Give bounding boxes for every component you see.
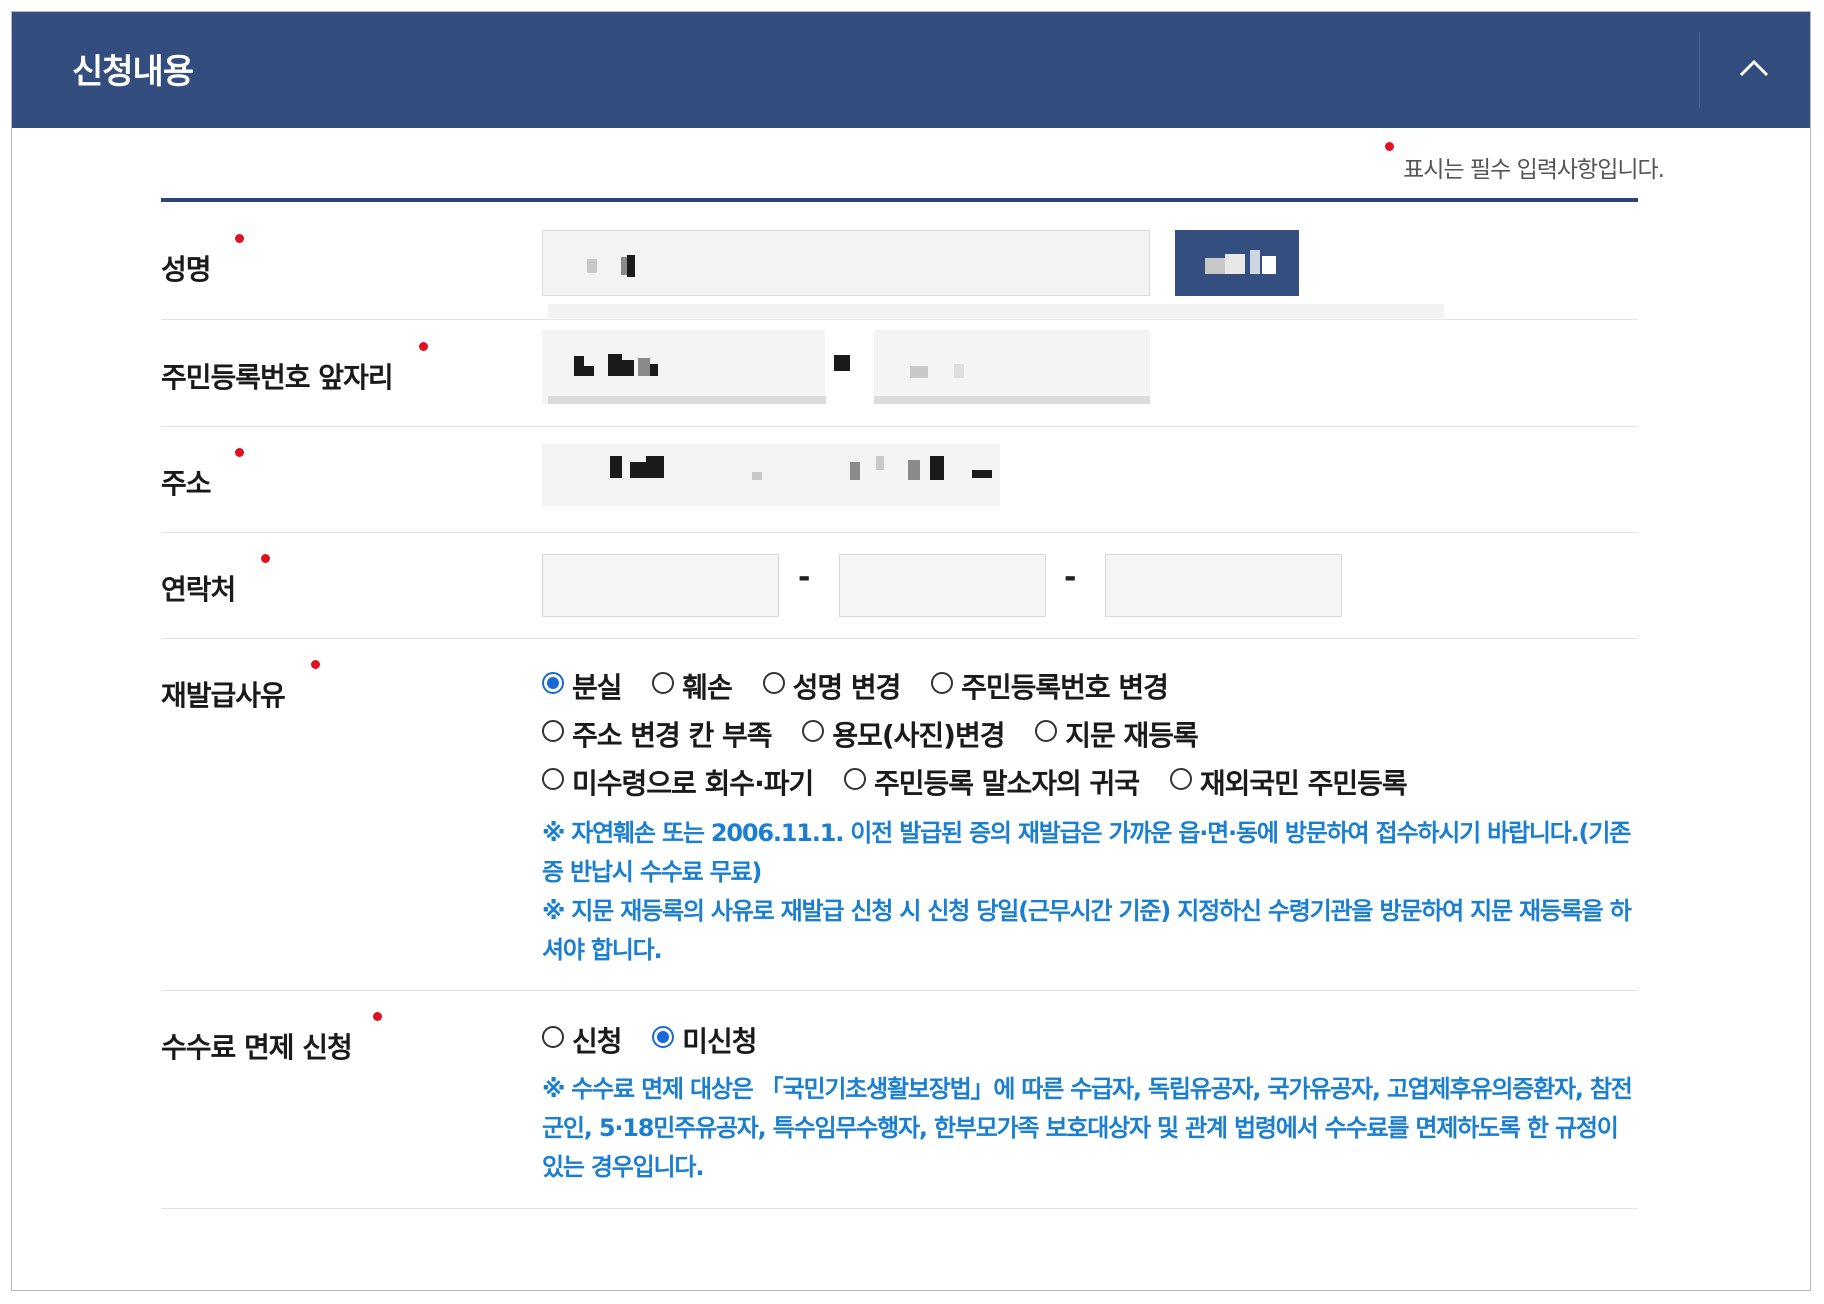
radio-icon [762, 672, 785, 694]
phone-part2-input[interactable] [839, 554, 1046, 617]
reason-option-damage[interactable]: 훼손 [652, 666, 733, 706]
rrn-back-input[interactable] [874, 330, 1150, 404]
required-dot-icon [419, 342, 428, 351]
section-header: 신청내용 [12, 12, 1810, 128]
rrn-label: 주민등록번호 앞자리 [161, 342, 428, 396]
required-dot-icon [235, 234, 244, 243]
radio-icon [843, 768, 866, 790]
required-dot-icon [261, 554, 270, 563]
fee-exemption-note: ※ 수수료 면제 대상은 「국민기초생활보장법」에 따른 수급자, 독립유공자,… [542, 1075, 1633, 1181]
collapse-button[interactable] [1700, 12, 1810, 128]
chevron-up-icon [1739, 59, 1769, 77]
reissue-reason-label: 재발급사유 [161, 660, 320, 714]
fee-exemption-label: 수수료 면제 신청 [161, 1012, 382, 1066]
phone-label: 연락처 [161, 554, 270, 608]
name-label: 성명 [161, 234, 244, 288]
required-dot-icon [235, 448, 244, 457]
reason-option-photo-change[interactable]: 용모(사진)변경 [802, 714, 1005, 754]
radio-icon [802, 720, 825, 742]
radio-icon [1035, 720, 1058, 742]
fee-option-not-apply[interactable]: 미신청 [652, 1020, 758, 1060]
radio-icon [931, 672, 954, 694]
address-input[interactable] [542, 444, 1000, 506]
section-title: 신청내용 [72, 52, 194, 92]
rrn-separator [834, 355, 850, 371]
reissue-note-1: ※ 자연훼손 또는 2006.11.1. 이전 발급된 증의 재발급은 가까운 … [542, 819, 1631, 886]
required-dot-icon [311, 660, 320, 669]
phone-separator: - [798, 560, 811, 595]
reason-option-address-space[interactable]: 주소 변경 칸 부족 [542, 714, 773, 754]
radio-icon [1169, 768, 1192, 790]
phone-separator: - [1064, 560, 1077, 595]
radio-checked-icon [652, 1026, 675, 1048]
radio-icon [542, 1026, 564, 1048]
reason-option-fingerprint[interactable]: 지문 재등록 [1035, 714, 1199, 754]
form-top-border [161, 198, 1638, 202]
reissue-note-2: ※ 지문 재등록의 사유로 재발급 신청 시 신청 당일(근무시간 기준) 지정… [542, 897, 1632, 964]
reason-option-return[interactable]: 주민등록 말소자의 귀국 [843, 762, 1140, 802]
fee-exemption-options: 신청 미신청 [542, 1020, 779, 1060]
radio-checked-icon [542, 672, 564, 694]
reason-option-name-change[interactable]: 성명 변경 [762, 666, 901, 706]
phone-part1-input[interactable] [542, 554, 779, 617]
reason-option-overseas[interactable]: 재외국민 주민등록 [1169, 762, 1408, 802]
reason-option-uncollected[interactable]: 미수령으로 회수·파기 [542, 762, 814, 802]
required-notice: 표시는 필수 입력사항입니다. [1385, 142, 1665, 184]
address-label: 주소 [161, 448, 244, 502]
rrn-front-input[interactable] [542, 330, 825, 404]
reissue-options-row2: 주소 변경 칸 부족 용모(사진)변경 지문 재등록 [542, 714, 1220, 754]
name-input[interactable] [542, 230, 1150, 296]
fee-option-apply[interactable]: 신청 [542, 1020, 623, 1060]
reason-option-loss[interactable]: 분실 [542, 666, 623, 706]
radio-icon [542, 768, 564, 790]
reason-option-rrn-change[interactable]: 주민등록번호 변경 [931, 666, 1169, 706]
reissue-options-row1: 분실 훼손 성명 변경 주민등록번호 변경 [542, 666, 1190, 706]
radio-icon [652, 672, 675, 694]
required-dot-icon [373, 1012, 382, 1021]
radio-icon [542, 720, 564, 742]
reissue-options-row3: 미수령으로 회수·파기 주민등록 말소자의 귀국 재외국민 주민등록 [542, 762, 1429, 802]
phone-part3-input[interactable] [1105, 554, 1342, 617]
